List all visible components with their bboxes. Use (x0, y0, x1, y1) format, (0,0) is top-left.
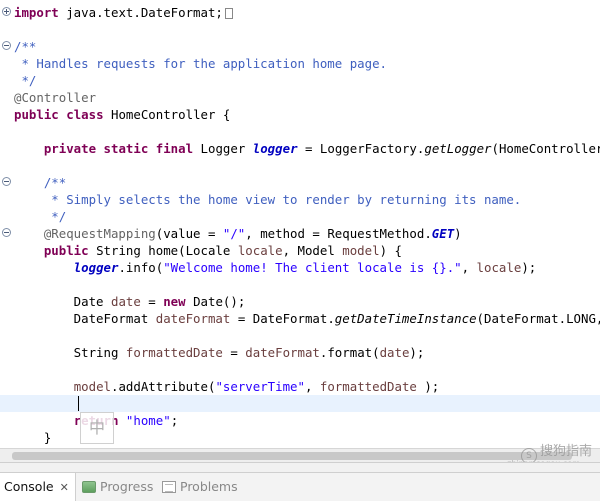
static-field: logger (252, 141, 298, 156)
code-line[interactable]: */ (0, 208, 600, 225)
keyword: import (14, 5, 59, 20)
local-variable: dateFormat (245, 345, 320, 360)
keyword: final (155, 141, 194, 156)
javadoc-comment: /** (14, 175, 67, 190)
annotation: @RequestMapping (14, 226, 156, 241)
collapse-icon[interactable] (2, 228, 11, 237)
static-method: getDateTimeInstance (334, 311, 477, 326)
folded-imports-box[interactable] (224, 8, 233, 19)
tab-progress[interactable]: Progress (82, 473, 153, 501)
local-variable: dateFormat (155, 311, 231, 326)
static-field: logger (73, 260, 119, 275)
keyword: public (43, 243, 89, 258)
bottom-panel-tabs: Console ✕ Progress Problems (0, 472, 600, 501)
code-text: java.text.DateFormat; (58, 5, 223, 20)
current-line[interactable] (0, 395, 600, 412)
problems-icon (162, 481, 176, 493)
tab-console-label: Console (4, 479, 54, 494)
scrollbar-thumb[interactable] (12, 452, 572, 460)
collapse-icon[interactable] (2, 177, 11, 186)
code-line[interactable]: @Controller (0, 89, 600, 106)
tab-progress-label: Progress (100, 479, 154, 494)
tab-problems[interactable]: Problems (162, 473, 238, 501)
tab-problems-label: Problems (180, 479, 238, 494)
parameter: model (342, 243, 380, 258)
code-line[interactable]: logger.info("Welcome home! The client lo… (0, 259, 600, 276)
javadoc-comment: */ (14, 209, 67, 224)
code-line[interactable]: * Simply selects the home view to render… (0, 191, 600, 208)
text-caret (78, 396, 79, 411)
progress-icon (82, 481, 96, 493)
local-variable: formattedDate (319, 379, 417, 394)
parameter: model (73, 379, 111, 394)
string-literal: "home" (125, 413, 171, 428)
javadoc-comment: * Simply selects the home view to render… (14, 192, 522, 207)
code-editor[interactable]: import java.text.DateFormat; /** * Handl… (0, 0, 600, 448)
ime-indicator: 中 (80, 412, 114, 444)
string-literal: "/" (222, 226, 246, 241)
tab-console[interactable]: Console ✕ (0, 473, 76, 501)
code-line[interactable]: * Handles requests for the application h… (0, 55, 600, 72)
static-method: getLogger (424, 141, 492, 156)
string-literal: "Welcome home! The client locale is {}." (163, 260, 462, 275)
keyword: new (163, 294, 186, 309)
annotation: @Controller (14, 90, 97, 105)
parameter: locale (476, 260, 522, 275)
local-variable: formattedDate (125, 345, 223, 360)
code-line[interactable]: */ (0, 72, 600, 89)
javadoc-comment: */ (14, 73, 37, 88)
local-variable: date (110, 294, 141, 309)
keyword: private (43, 141, 97, 156)
class-name: HomeController { (103, 107, 231, 122)
code-text: } (14, 430, 52, 445)
code-line[interactable]: import java.text.DateFormat; (0, 4, 600, 21)
code-line[interactable]: /** (0, 174, 600, 191)
code-line[interactable]: public String home(Locale locale, Model … (0, 242, 600, 259)
javadoc-comment: /** (14, 39, 37, 54)
code-line[interactable]: model.addAttribute("serverTime", formatt… (0, 378, 600, 395)
parameter: locale (237, 243, 283, 258)
code-line[interactable]: String formattedDate = dateFormat.format… (0, 344, 600, 361)
code-line[interactable]: private static final Logger logger = Log… (0, 140, 600, 157)
code-line[interactable]: /** (0, 38, 600, 55)
keyword: public (14, 107, 59, 122)
code-line[interactable]: Date date = new Date(); (0, 293, 600, 310)
javadoc-comment: * Handles requests for the application h… (14, 56, 387, 71)
expand-icon[interactable] (2, 7, 11, 16)
code-line[interactable]: public class HomeController { (0, 106, 600, 123)
enum-constant: GET (431, 226, 455, 241)
collapse-icon[interactable] (2, 41, 11, 50)
close-icon[interactable]: ✕ (60, 481, 69, 494)
keyword: static (103, 141, 149, 156)
keyword: class (66, 107, 104, 122)
string-literal: "serverTime" (215, 379, 305, 394)
code-line[interactable]: DateFormat dateFormat = DateFormat.getDa… (0, 310, 600, 327)
code-line[interactable]: @RequestMapping(value = "/", method = Re… (0, 225, 600, 242)
local-variable: date (379, 345, 410, 360)
